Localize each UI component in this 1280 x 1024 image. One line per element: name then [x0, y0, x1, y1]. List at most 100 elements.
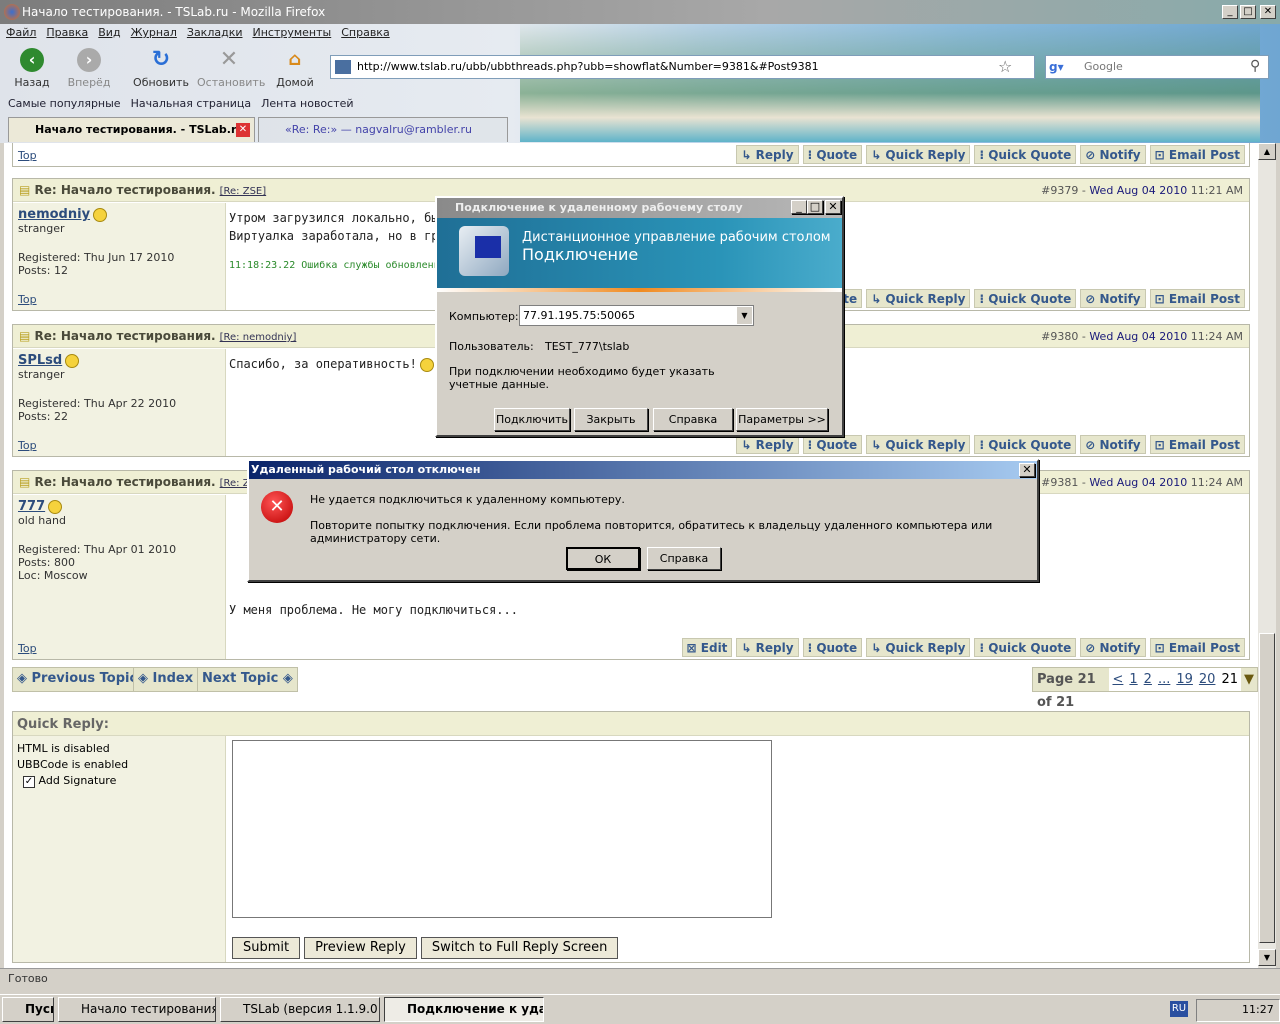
- maximize-button[interactable]: □: [1240, 5, 1256, 19]
- page-link[interactable]: 19: [1173, 668, 1196, 691]
- stop-button[interactable]: ✕ Остановить: [197, 48, 265, 90]
- scroll-up-button[interactable]: ▲: [1258, 143, 1276, 160]
- page-link[interactable]: 2: [1140, 668, 1155, 691]
- username-link[interactable]: nemodniy: [18, 207, 90, 222]
- email-button[interactable]: ⊡ Email Post: [1149, 289, 1245, 308]
- author: 777: [18, 499, 220, 514]
- minimize-button[interactable]: _: [1222, 5, 1238, 19]
- bookmark-star-icon[interactable]: ☆: [998, 57, 1012, 76]
- quick-quote-label: Quick Quote: [988, 438, 1072, 452]
- error-close-button[interactable]: ✕: [1019, 463, 1035, 477]
- quote-button[interactable]: ⁝ Quote: [802, 145, 863, 164]
- top-link[interactable]: Top: [18, 439, 37, 452]
- quick-quote-button[interactable]: ⁝ Quick Quote: [974, 289, 1077, 308]
- preview-reply-button[interactable]: Preview Reply: [304, 937, 417, 959]
- bookmark-most-visited[interactable]: Самые популярные: [8, 97, 121, 110]
- email-button[interactable]: ⊡ Email Post: [1149, 638, 1245, 657]
- google-icon[interactable]: g▾: [1049, 60, 1064, 74]
- quick-quote-button[interactable]: ⁝ Quick Quote: [974, 435, 1077, 454]
- scroll-down-button[interactable]: ▼: [1258, 949, 1276, 966]
- quick-reply-button[interactable]: ↳ Quick Reply: [866, 145, 971, 164]
- menu-history[interactable]: Журнал: [131, 26, 177, 39]
- menu-help[interactable]: Справка: [341, 26, 389, 39]
- notify-button[interactable]: ⊘ Notify: [1080, 638, 1146, 657]
- top-link[interactable]: Top: [18, 293, 37, 306]
- username-link[interactable]: 777: [18, 499, 45, 514]
- ok-button[interactable]: ОК: [566, 547, 640, 570]
- forward-button[interactable]: › Вперёд: [57, 48, 121, 89]
- home-button[interactable]: ⌂ Домой: [263, 48, 327, 89]
- combobox-dropdown-icon[interactable]: ▼: [737, 307, 752, 324]
- taskbar-tslab[interactable]: TSLab (версия 1.1.9.0:3...: [220, 997, 380, 1022]
- options-button[interactable]: Параметры >>: [736, 408, 828, 431]
- quote-button[interactable]: ⁝ Quote: [802, 638, 863, 657]
- page-jump-icon[interactable]: ▼: [1241, 668, 1257, 691]
- menu-edit[interactable]: Правка: [46, 26, 88, 39]
- quick-reply-button[interactable]: ↳ Quick Reply: [866, 435, 971, 454]
- url-bar[interactable]: http://www.tslab.ru/ubb/ubbthreads.php?u…: [330, 55, 1035, 79]
- rdp-maximize-button[interactable]: □: [807, 200, 823, 214]
- rdp-close-button[interactable]: ✕: [825, 200, 841, 214]
- quick-reply-button[interactable]: ↳ Quick Reply: [866, 638, 971, 657]
- tab-close-icon[interactable]: ✕: [236, 123, 250, 137]
- next-topic-button[interactable]: Next Topic ◈: [197, 667, 298, 692]
- post-number[interactable]: #9380: [1041, 330, 1078, 343]
- quote-button[interactable]: ⁝ Quote: [802, 435, 863, 454]
- quick-quote-button[interactable]: ⁝ Quick Quote: [974, 145, 1077, 164]
- reply-button[interactable]: ↳ Reply: [736, 145, 799, 164]
- tab-mail[interactable]: «Re: Re:» — nagvalru@rambler.ru: [258, 117, 508, 142]
- top-link[interactable]: Top: [18, 642, 37, 655]
- submit-button[interactable]: Submit: [232, 937, 301, 959]
- page-link[interactable]: 20: [1195, 668, 1219, 691]
- close-button[interactable]: ✕: [1260, 5, 1276, 19]
- computer-combobox[interactable]: 77.91.195.75:50065 ▼: [519, 305, 754, 326]
- taskbar-firefox[interactable]: Начало тестирования. ...: [58, 997, 216, 1022]
- close-dialog-button[interactable]: Закрыть: [574, 408, 648, 431]
- search-input[interactable]: Google: [1045, 55, 1269, 79]
- top-link[interactable]: Top: [18, 149, 37, 162]
- bookmark-news-feed[interactable]: Лента новостей: [261, 97, 353, 110]
- notify-button[interactable]: ⊘ Notify: [1080, 435, 1146, 454]
- page-link[interactable]: <: [1109, 668, 1127, 691]
- menu-file[interactable]: Файл: [6, 26, 36, 39]
- username-link[interactable]: SPLsd: [18, 353, 62, 368]
- search-magnifier-icon[interactable]: ⚲: [1250, 58, 1260, 74]
- connect-button[interactable]: Подключить: [494, 408, 570, 431]
- previous-topic-button[interactable]: ◈ Previous Topic: [12, 667, 143, 692]
- quick-quote-button[interactable]: ⁝ Quick Quote: [974, 638, 1077, 657]
- full-reply-button[interactable]: Switch to Full Reply Screen: [420, 937, 619, 959]
- vertical-scrollbar[interactable]: ▲ ▼: [1258, 143, 1276, 968]
- reply-button[interactable]: ↳ Reply: [736, 435, 799, 454]
- back-button[interactable]: ‹ Назад: [0, 48, 64, 89]
- menu-view[interactable]: Вид: [98, 26, 120, 39]
- bookmark-start-page[interactable]: Начальная страница: [131, 97, 252, 110]
- language-indicator[interactable]: RU: [1170, 1001, 1188, 1017]
- page-link[interactable]: 1: [1126, 668, 1141, 691]
- start-button[interactable]: Пуск: [2, 997, 54, 1022]
- index-button[interactable]: ◈ Index: [133, 667, 199, 692]
- add-signature-checkbox[interactable]: ✓: [23, 776, 35, 788]
- quick-reply-textarea[interactable]: [232, 740, 772, 918]
- notify-button[interactable]: ⊘ Notify: [1080, 145, 1146, 164]
- tab-active[interactable]: Начало тестирования. - TSLab.ru ✕: [8, 117, 255, 142]
- reload-button[interactable]: ↻ Обновить: [129, 48, 193, 90]
- post-number[interactable]: #9381: [1041, 476, 1078, 489]
- menu-bookmarks[interactable]: Закладки: [187, 26, 243, 39]
- rdp-minimize-button[interactable]: _: [791, 200, 807, 214]
- reply-to-link[interactable]: [Re: nemodniy]: [220, 332, 297, 343]
- error-help-button[interactable]: Справка: [647, 547, 721, 570]
- quick-reply-button[interactable]: ↳ Quick Reply: [866, 289, 971, 308]
- taskbar-rdp[interactable]: Подключение к уда...: [384, 997, 544, 1022]
- notify-button[interactable]: ⊘ Notify: [1080, 289, 1146, 308]
- reply-to-link[interactable]: [Re: ZSE]: [220, 186, 267, 197]
- help-button[interactable]: Справка: [653, 408, 733, 431]
- email-button[interactable]: ⊡ Email Post: [1149, 435, 1245, 454]
- menu-tools[interactable]: Инструменты: [253, 26, 332, 39]
- scroll-thumb[interactable]: [1259, 633, 1275, 943]
- page-link[interactable]: ...: [1154, 668, 1174, 691]
- edit-button[interactable]: ⊠ Edit: [681, 638, 733, 657]
- post-number[interactable]: #9379: [1041, 184, 1078, 197]
- email-button[interactable]: ⊡ Email Post: [1149, 145, 1245, 164]
- reply-button[interactable]: ↳ Reply: [736, 638, 799, 657]
- add-signature-label: Add Signature: [38, 774, 117, 787]
